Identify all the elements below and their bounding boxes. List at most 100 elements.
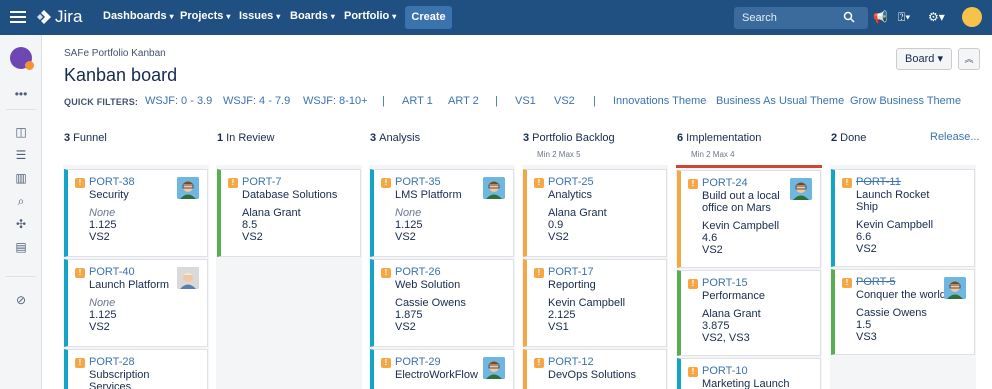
user-avatar[interactable]: [962, 7, 982, 27]
nav-dashboards[interactable]: Dashboards ▾: [103, 10, 174, 22]
pages-icon[interactable]: ▤: [14, 240, 28, 254]
issue-card[interactable]: ! PORT-40 Launch Platform None 1.125 VS2: [64, 259, 208, 347]
megaphone-icon[interactable]: 📢: [873, 10, 888, 24]
filter-separator: |: [593, 95, 596, 107]
issue-summary: LMS Platform: [395, 189, 462, 201]
board-dropdown-button[interactable]: Board ▾: [896, 48, 952, 70]
issue-assignee: Kevin Campbell: [702, 220, 780, 232]
chevron-down-icon: ▾: [330, 12, 335, 21]
nav-portfolio[interactable]: Portfolio ▾: [344, 10, 396, 22]
issue-card[interactable]: ! PORT-35 LMS Platform None 1.125 VS2: [370, 169, 514, 257]
priority-icon: !: [228, 178, 238, 188]
issue-card[interactable]: ! PORT-15 Performance Alana Grant 3.875 …: [677, 270, 821, 356]
filter-separator: |: [495, 95, 498, 107]
issue-value-stream: VS2: [89, 321, 110, 333]
backlog-icon[interactable]: ☰: [14, 148, 28, 162]
quick-filter-innovations[interactable]: Innovations Theme: [613, 95, 706, 107]
issue-assignee: Kevin Campbell: [856, 219, 934, 231]
priority-icon: !: [842, 178, 852, 188]
priority-icon: !: [381, 268, 391, 278]
quick-filter-bau[interactable]: Business As Usual Theme: [716, 95, 844, 107]
reports-icon[interactable]: ▥: [14, 171, 28, 185]
column-header-funnel: 3 Funnel: [64, 132, 107, 144]
issue-key[interactable]: PORT-10: [702, 365, 820, 377]
issue-card[interactable]: ! PORT-11 Launch Rocket Ship Kevin Campb…: [831, 169, 975, 267]
divider: [6, 109, 36, 110]
issue-card[interactable]: ! PORT-28 Subscription Services: [64, 349, 208, 389]
issue-score: 1.875: [395, 309, 423, 321]
issue-key[interactable]: PORT-25: [548, 176, 666, 188]
issue-card[interactable]: ! PORT-10 Marketing Launch: [677, 358, 821, 389]
issue-key[interactable]: PORT-15: [702, 277, 820, 289]
issues-search-icon[interactable]: ⌕: [14, 194, 28, 208]
quick-filters-label: QUICK FILTERS:: [64, 97, 139, 107]
gear-icon[interactable]: ⚙▾: [928, 10, 945, 24]
issue-value-stream: VS2: [89, 231, 110, 243]
jira-logo[interactable]: Jira: [36, 7, 82, 27]
priority-icon: !: [688, 179, 698, 189]
components-icon[interactable]: ✣: [14, 217, 28, 231]
issue-score: 8.5: [242, 219, 258, 231]
priority-icon: !: [381, 178, 391, 188]
issue-card[interactable]: ! PORT-25 Analytics Alana Grant 0.9 VS2: [523, 169, 667, 257]
column-constraint: Min 2 Max 5: [537, 150, 581, 159]
issue-score: 1.5: [856, 319, 872, 331]
column-header-analysis: 3 Analysis: [370, 132, 420, 144]
issue-card[interactable]: ! PORT-24 Build out a local office on Ma…: [677, 170, 821, 268]
avatar: [483, 177, 505, 199]
issue-value-stream: VS2: [548, 231, 569, 243]
jira-logo-icon: [37, 10, 51, 24]
nav-boards[interactable]: Boards ▾: [290, 10, 335, 22]
issue-summary: Marketing Launch: [702, 378, 790, 389]
column-constraint: Min 2 Max 4: [691, 150, 735, 159]
create-button[interactable]: Create: [405, 6, 452, 29]
quick-filter-vs1[interactable]: VS1: [515, 95, 536, 107]
issue-key[interactable]: PORT-7: [242, 176, 360, 188]
priority-icon: !: [75, 268, 85, 278]
issue-summary: Database Solutions: [242, 189, 338, 201]
quick-filter-art1[interactable]: ART 1: [402, 95, 433, 107]
quick-filter-wsjf-4-7[interactable]: WSJF: 4 - 7.9: [223, 95, 290, 107]
quick-filter-grow[interactable]: Grow Business Theme: [850, 95, 961, 107]
issue-summary: Web Solution: [395, 279, 461, 291]
nav-issues[interactable]: Issues ▾: [239, 10, 280, 22]
more-icon[interactable]: •••: [14, 87, 28, 101]
issue-value-stream: VS2: [395, 321, 416, 333]
project-avatar[interactable]: [10, 47, 34, 70]
issue-assignee: Alana Grant: [702, 308, 761, 320]
search-icon[interactable]: [843, 11, 855, 23]
column-name: In Review: [226, 132, 275, 144]
issue-key[interactable]: PORT-17: [548, 266, 666, 278]
issue-score: 6.6: [856, 231, 872, 243]
issue-summary: Analytics: [548, 189, 593, 201]
quick-filter-wsjf-8-10[interactable]: WSJF: 8-10+: [303, 95, 368, 107]
avatar: [944, 277, 966, 299]
nav-projects[interactable]: Projects ▾: [180, 10, 230, 22]
help-icon[interactable]: ⍰▾: [898, 10, 910, 25]
issue-card[interactable]: ! PORT-38 Security None 1.125 VS2: [64, 169, 208, 257]
issue-key[interactable]: PORT-28: [89, 356, 207, 368]
breadcrumb[interactable]: SAFe Portfolio Kanban: [64, 48, 166, 59]
top-navigation-bar: Jira Dashboards ▾ Projects ▾ Issues ▾ Board…: [0, 0, 992, 35]
quick-filter-art2[interactable]: ART 2: [448, 95, 479, 107]
issue-card[interactable]: ! PORT-17 Reporting Kevin Campbell 2.125…: [523, 259, 667, 347]
issue-card[interactable]: ! PORT-29 ElectroWorkFlow: [370, 349, 514, 389]
issue-card[interactable]: ! PORT-26 Web Solution Cassie Owens 1.87…: [370, 259, 514, 347]
issue-key[interactable]: PORT-11: [856, 176, 974, 188]
issue-key[interactable]: PORT-26: [395, 266, 513, 278]
column-header-done: 2 Done: [831, 132, 866, 144]
issue-card[interactable]: ! PORT-7 Database Solutions Alana Grant …: [217, 169, 361, 257]
board-icon[interactable]: ◫: [14, 125, 28, 139]
app-switcher-icon[interactable]: [10, 8, 26, 26]
quick-filter-wsjf-0-3[interactable]: WSJF: 0 - 3.9: [145, 95, 212, 107]
issue-card[interactable]: ! PORT-5 Conquer the world Cassie Owens …: [831, 269, 975, 355]
collapse-icon[interactable]: ︽: [958, 48, 980, 70]
priority-icon: !: [534, 268, 544, 278]
issue-key[interactable]: PORT-12: [548, 356, 666, 368]
nav-label: Dashboards: [103, 10, 167, 22]
release-link[interactable]: Release...: [930, 131, 980, 143]
link-icon[interactable]: ⊘: [14, 293, 28, 307]
issue-card[interactable]: ! PORT-12 DevOps Solutions: [523, 349, 667, 389]
quick-filter-vs2[interactable]: VS2: [554, 95, 575, 107]
issue-score: 1.125: [89, 219, 117, 231]
